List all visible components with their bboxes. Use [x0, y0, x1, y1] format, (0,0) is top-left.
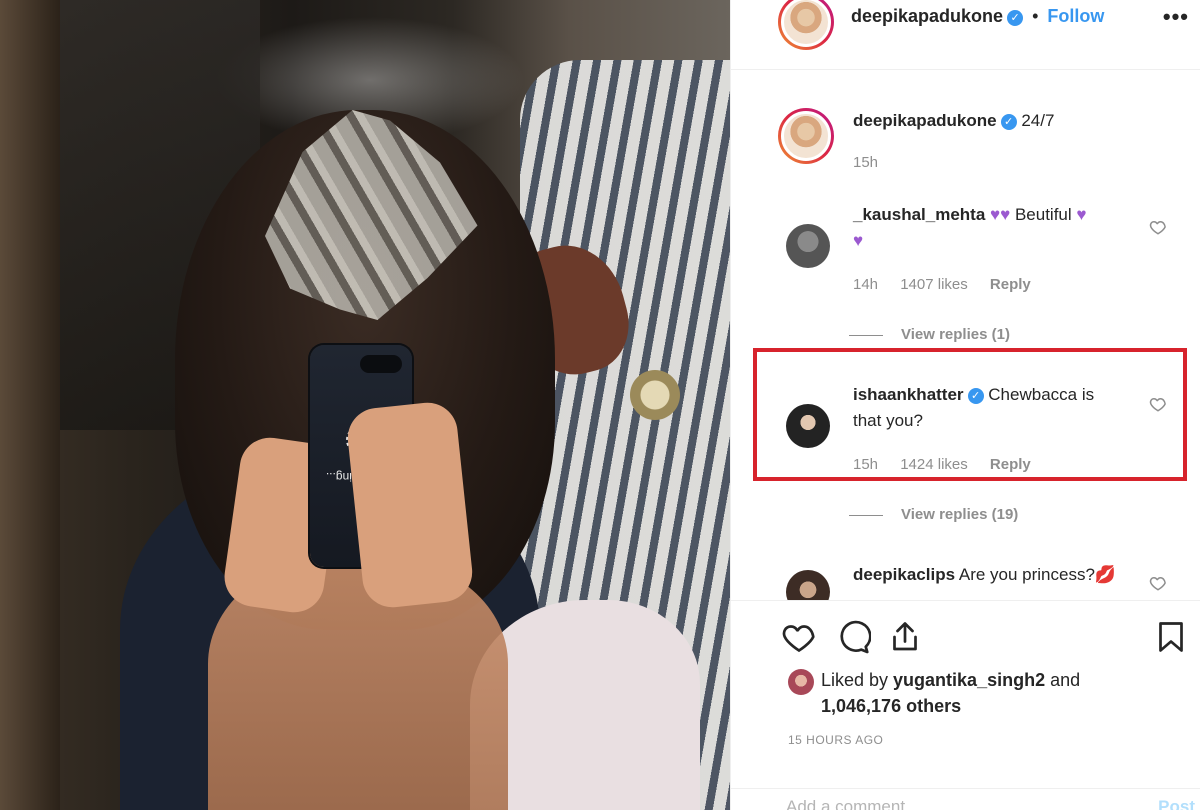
like-comment-heart-icon[interactable]: [1149, 395, 1167, 413]
liked-by-and: and: [1045, 670, 1081, 690]
comment-body-line1: Chewbacca is: [988, 385, 1095, 404]
verified-badge-icon: ✓: [967, 388, 984, 404]
liked-by-text: Liked by yugantika_singh2 and 1,046,176 …: [821, 667, 1080, 719]
liked-by-prefix: Liked by: [821, 670, 894, 690]
caption-meta: 15h: [853, 154, 896, 171]
liked-by-user[interactable]: yugantika_singh2: [893, 670, 1045, 690]
caption-username[interactable]: deepikapadukone: [853, 111, 997, 130]
post-actions: Liked by yugantika_singh2 and 1,046,176 …: [731, 600, 1200, 810]
caption-body: 24/7: [1021, 111, 1055, 130]
comment-likes[interactable]: 1407 likes: [900, 276, 968, 293]
author-username[interactable]: deepikapadukone: [851, 6, 1003, 26]
comment-time[interactable]: 14h: [853, 276, 878, 293]
like-comment-heart-icon[interactable]: [1149, 574, 1167, 592]
view-replies-button[interactable]: View replies (19): [849, 506, 1018, 523]
liker-avatar[interactable]: [788, 669, 814, 695]
comment-body-line2: that you?: [853, 411, 923, 430]
comment-text: _kaushal_mehta ♥♥ Beutiful ♥ ♥: [853, 202, 1153, 254]
post-side-panel: deepikapadukone ✓ • Follow ••• deepikapad…: [730, 0, 1200, 810]
like-heart-icon[interactable]: [781, 619, 817, 655]
save-bookmark-icon[interactable]: [1153, 619, 1189, 655]
comment-text: ishaankhatter ✓ Chewbacca is that you?: [853, 382, 1143, 434]
like-comment-heart-icon[interactable]: [1149, 218, 1167, 236]
add-comment-bar: Add a comment... Post: [731, 788, 1200, 810]
view-replies-label: View replies (19): [901, 506, 1019, 523]
comment-bubble-icon[interactable]: [835, 619, 871, 655]
comment-body: Are you princess?💋: [958, 565, 1117, 584]
mirror-frame: [0, 0, 60, 810]
author-line: deepikapadukone ✓ • Follow: [851, 6, 1104, 27]
caption-time[interactable]: 15h: [853, 154, 878, 171]
more-options-icon[interactable]: •••: [1163, 4, 1189, 30]
commenter-avatar[interactable]: [786, 404, 830, 448]
phone-camera: [360, 355, 402, 373]
view-replies-label: View replies (1): [901, 326, 1010, 343]
liked-by-others[interactable]: 1,046,176 others: [821, 696, 961, 716]
add-comment-input[interactable]: Add a comment...: [786, 797, 919, 810]
commenter-avatar[interactable]: [786, 570, 830, 600]
comment-meta: 15h 1424 likes Reply: [853, 456, 1049, 473]
post-photo[interactable]: I'm thinking...: [0, 0, 730, 810]
author-avatar[interactable]: [778, 0, 834, 50]
wristwatch: [630, 370, 680, 420]
caption-avatar[interactable]: [778, 108, 834, 164]
comment-meta: 14h 1407 likes Reply: [853, 276, 1049, 293]
reply-button[interactable]: Reply: [990, 276, 1031, 293]
post-comment-button[interactable]: Post: [1158, 797, 1195, 810]
share-icon[interactable]: [887, 619, 923, 655]
comment-username[interactable]: ishaankhatter: [853, 385, 964, 404]
reply-button[interactable]: Reply: [990, 456, 1031, 473]
caption-text: deepikapadukone ✓ 24/7: [853, 108, 1054, 134]
post-timestamp[interactable]: 15 HOURS AGO: [788, 733, 883, 747]
comment-username[interactable]: deepikaclips: [853, 565, 955, 584]
comment-text: deepikaclips Are you princess?💋: [853, 562, 1153, 588]
post-header: deepikapadukone ✓ • Follow •••: [731, 0, 1200, 70]
verified-badge-icon: ✓: [1007, 10, 1024, 26]
view-replies-button[interactable]: View replies (1): [849, 326, 1010, 343]
replies-line: [849, 334, 883, 336]
replies-line: [849, 514, 883, 516]
comment-item: deepikaclips Are you princess?💋: [731, 562, 1200, 600]
right-hand: [344, 399, 476, 611]
comment-username[interactable]: _kaushal_mehta: [853, 205, 985, 224]
commenter-avatar[interactable]: [786, 224, 830, 268]
follow-button[interactable]: Follow: [1047, 6, 1104, 26]
separator-dot: •: [1032, 6, 1039, 26]
comment-likes[interactable]: 1424 likes: [900, 456, 968, 473]
comment-time[interactable]: 15h: [853, 456, 878, 473]
verified-badge-icon: ✓: [1000, 114, 1017, 130]
